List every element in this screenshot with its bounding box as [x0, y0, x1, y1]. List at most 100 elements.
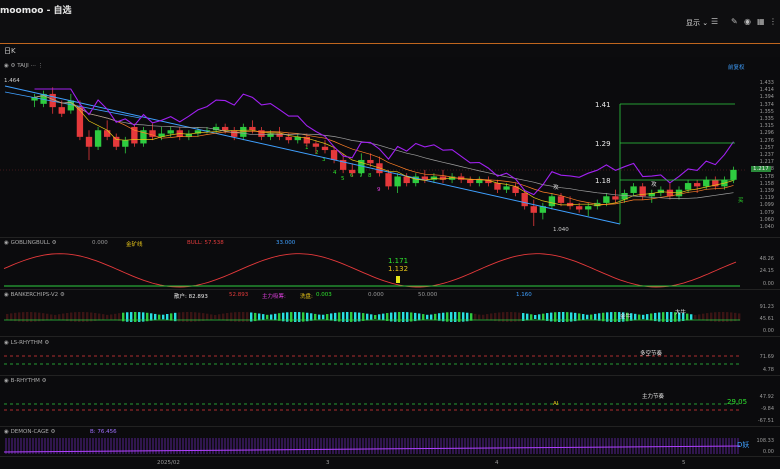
banker-bar [690, 314, 693, 320]
banker-bar [10, 313, 13, 321]
goblin-param: 金矿线 [126, 242, 143, 248]
banker-bar [258, 313, 261, 321]
banker-bar [666, 312, 669, 322]
banker-bar [190, 312, 193, 322]
eye-icon[interactable]: ◉ [4, 429, 9, 435]
candle-body [58, 107, 65, 114]
banker-bar [562, 312, 565, 322]
banker-bar [642, 314, 645, 320]
goblin-value: 1.171 [388, 257, 409, 265]
settings-icon[interactable]: ⚙ [50, 429, 55, 435]
goblin-value: 1.132 [388, 265, 409, 273]
banker-param: 0.000 [368, 292, 384, 298]
trend-line [4, 91, 141, 119]
settings-icon[interactable]: ⚙ [42, 378, 47, 384]
banker-bar [646, 314, 649, 320]
banker-bar [130, 312, 133, 322]
candle-body [321, 146, 329, 151]
banker-bar [6, 313, 9, 321]
eye-icon[interactable]: ◉ [4, 378, 9, 384]
banker-bar [490, 313, 493, 321]
banker-bar [530, 314, 533, 320]
goblin-line [3, 253, 737, 288]
goblin-axis-label: 0.00 [762, 281, 774, 287]
b-name: B-RHYTHM [10, 378, 40, 384]
banker-bar [182, 312, 185, 322]
banker-bar [166, 313, 169, 321]
banker-bar [566, 312, 569, 322]
banker-bar [318, 314, 321, 320]
settings-icon[interactable]: ⚙ [52, 240, 57, 246]
banker-bar [382, 313, 385, 321]
candle-body [249, 126, 256, 131]
banker-bar [534, 314, 537, 320]
more-icon[interactable]: ⋮ [769, 17, 777, 26]
display-label: 显示 [686, 19, 700, 27]
banker-param: 主力吸筹: [262, 294, 286, 300]
banker-bar [482, 314, 485, 320]
banker-bar [22, 312, 25, 322]
banker-bar [26, 312, 29, 322]
period-selector[interactable]: 日K [4, 46, 16, 56]
banker-bar [474, 313, 477, 321]
ls-label: 多空节奏 [640, 351, 663, 357]
date-label: 2025/02 [157, 460, 180, 466]
ls-name: LS-RHYTHM [10, 340, 43, 346]
candle-body [503, 186, 510, 190]
display-menu-button[interactable]: 显示 ⌄ [686, 18, 708, 28]
banker-name: BANKERCHIPS-V2 [10, 292, 59, 298]
banker-bar [610, 312, 613, 322]
banker-bar [290, 312, 293, 322]
settings-icon[interactable]: ⚙ [44, 340, 49, 346]
banker-param: 洗盘: [300, 294, 313, 300]
banker-bar [726, 312, 729, 322]
menu-icon[interactable]: ☰ [711, 17, 718, 26]
banker-bar [298, 312, 301, 322]
candle-body [693, 183, 701, 187]
banker-axis-label: 45.61 [759, 316, 774, 322]
banker-bar [478, 314, 481, 320]
goblin-param: 33.000 [276, 240, 296, 246]
banker-bar [242, 312, 245, 322]
layout-icon[interactable]: ▦ [757, 17, 765, 26]
banker-bar [422, 314, 425, 320]
banker-bar [82, 312, 85, 322]
settings-icon[interactable]: ⚙ [60, 292, 65, 298]
banker-bar [486, 314, 489, 320]
banker-bar [222, 313, 225, 321]
camera-icon[interactable]: ◉ [744, 17, 751, 26]
banker-bar [590, 314, 593, 320]
banker-bar [738, 313, 741, 321]
banker-bar [542, 313, 545, 321]
eye-icon[interactable]: ◉ [4, 340, 9, 346]
banker-bar [98, 313, 101, 321]
banker-bar [150, 313, 153, 321]
banker-bar [30, 312, 33, 322]
candle-body [330, 150, 338, 160]
goblin-header[interactable]: ◉ GOBLINGBULL ⚙ [4, 240, 57, 246]
date-label: 4 [495, 460, 499, 466]
candle-body [367, 159, 374, 164]
banker-param: 散户: 82.893 [174, 294, 208, 300]
banker-bar [342, 312, 345, 322]
candle-body [94, 130, 102, 147]
banker-header[interactable]: ◉ BANKERCHIPS-V2 ⚙ [4, 292, 65, 298]
banker-bar [650, 313, 653, 321]
banker-bar [430, 314, 433, 320]
candle-body [548, 196, 556, 207]
b-header[interactable]: ◉ B-RHYTHM ⚙ [4, 378, 47, 384]
banker-bar [186, 312, 189, 322]
pencil-icon[interactable]: ✎ [731, 17, 738, 26]
demon-header[interactable]: ◉ DEMON-CAGE ⚙ [4, 429, 55, 435]
banker-bar [398, 312, 401, 322]
banker-bar [578, 313, 581, 321]
ls-header[interactable]: ◉ LS-RHYTHM ⚙ [4, 340, 49, 346]
candle-body [603, 196, 610, 203]
eye-icon[interactable]: ◉ [4, 240, 9, 246]
banker-bar [218, 314, 221, 320]
banker-bar [322, 314, 325, 320]
eye-icon[interactable]: ◉ [4, 292, 9, 298]
banker-bar [426, 314, 429, 320]
banker-bar [54, 314, 57, 320]
candle-body [530, 206, 537, 213]
